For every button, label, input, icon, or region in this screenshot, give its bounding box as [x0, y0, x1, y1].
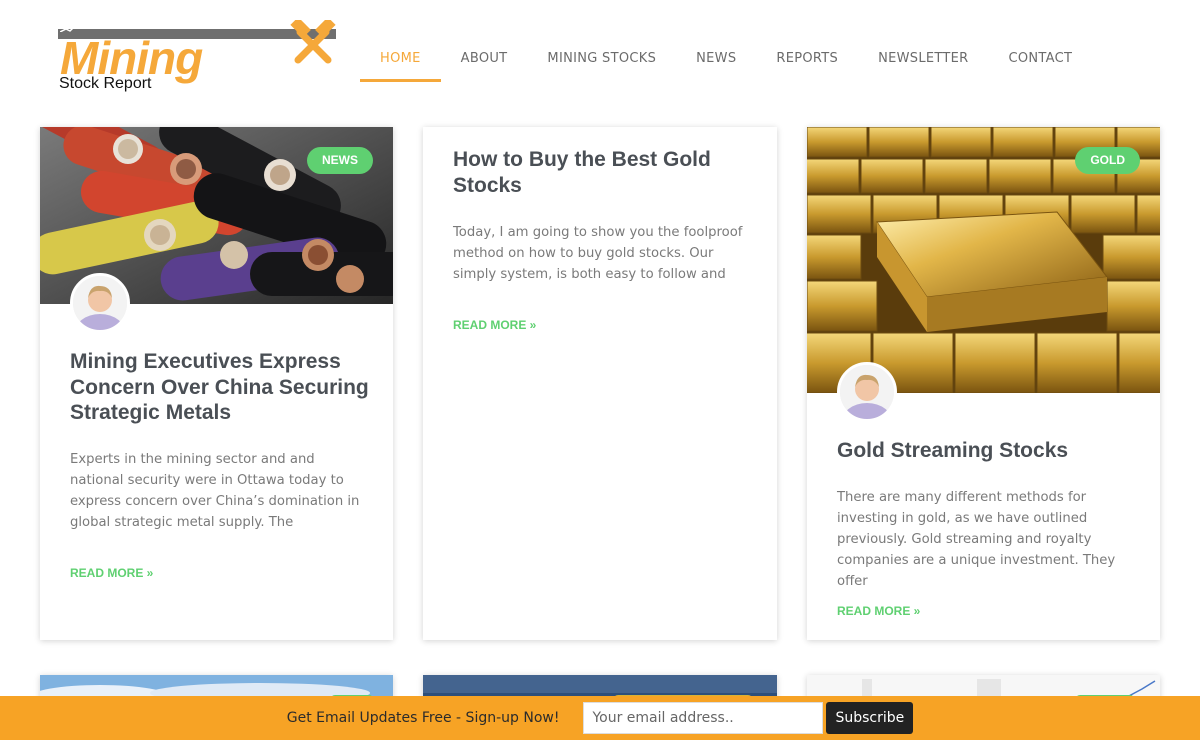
post-title[interactable]: Mining Executives Express Concern Over C… [70, 349, 370, 426]
category-badge[interactable]: News [307, 147, 373, 174]
post-card: Gold Gold Streaming Stocks There are man… [807, 127, 1160, 640]
email-signup-bar: Get Email Updates Free - Sign-up Now! Su… [0, 696, 1200, 740]
post-excerpt: There are many different methods for inv… [837, 490, 1116, 589]
nav-contact[interactable]: Contact [989, 38, 1093, 82]
author-avatar[interactable] [837, 362, 897, 422]
read-more-link[interactable]: Read More » [70, 566, 153, 580]
signup-text: Get Email Updates Free - Sign-up Now! [286, 710, 560, 726]
read-more-link[interactable]: Read More » [837, 604, 920, 618]
site-header: Mining Stock Report Home About Mining St… [0, 0, 1200, 110]
nav-newsletter[interactable]: Newsletter [858, 38, 988, 82]
logo-chart-spark [60, 24, 82, 32]
post-excerpt: Experts in the mining sector and and nat… [70, 452, 360, 530]
post-excerpt: Today, I am going to show you the foolpr… [453, 225, 743, 282]
pickaxe-hammer-icon [290, 20, 336, 64]
main-nav: Home About Mining Stocks News Reports Ne… [360, 38, 1092, 82]
nav-mining-stocks[interactable]: Mining Stocks [527, 38, 676, 82]
nav-about[interactable]: About [441, 38, 528, 82]
site-logo[interactable]: Mining Stock Report [58, 20, 340, 94]
post-card: News Mining Executives Express Concern O… [40, 127, 393, 640]
post-card: How to Buy the Best Gold Stocks Today, I… [423, 127, 777, 640]
category-badge[interactable]: Gold [1075, 147, 1140, 174]
post-title[interactable]: Gold Streaming Stocks [837, 438, 1137, 464]
nav-reports[interactable]: Reports [756, 38, 858, 82]
email-input[interactable] [583, 702, 824, 734]
nav-home[interactable]: Home [360, 38, 441, 82]
subscribe-button[interactable]: Subscribe [826, 702, 914, 734]
author-avatar-image [73, 276, 127, 330]
post-title[interactable]: How to Buy the Best Gold Stocks [453, 147, 753, 198]
logo-subtitle: Stock Report [59, 75, 152, 92]
nav-news[interactable]: News [676, 38, 756, 82]
author-avatar[interactable] [70, 273, 130, 333]
author-avatar-image [840, 365, 894, 419]
read-more-link[interactable]: Read More » [453, 318, 536, 332]
